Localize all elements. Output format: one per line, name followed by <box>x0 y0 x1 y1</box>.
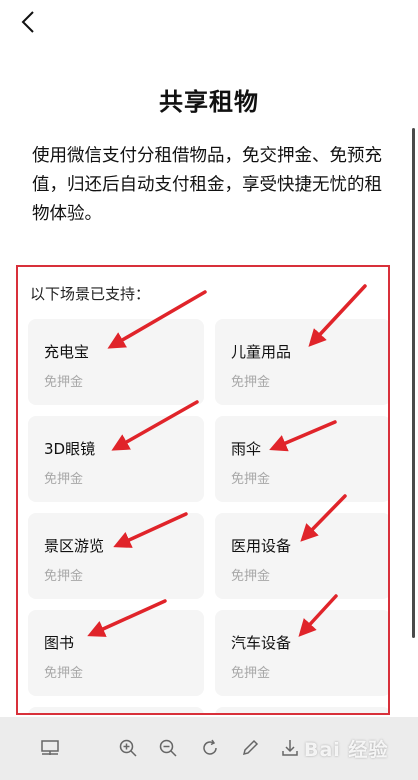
scene-name: 汽车设备 <box>231 634 292 652</box>
rotate-icon <box>203 739 217 755</box>
zoom-out-button[interactable] <box>155 735 181 761</box>
scene-card-umbrella[interactable]: 雨伞 免押金 <box>215 416 388 502</box>
zoom-in-button[interactable] <box>115 735 141 761</box>
scene-name: 3D眼镜 <box>44 440 96 458</box>
scene-name: 雨伞 <box>231 440 262 458</box>
scrollbar[interactable] <box>412 128 415 638</box>
scene-name: 景区游览 <box>44 537 105 555</box>
scene-name: 医用设备 <box>231 537 292 555</box>
layout-button[interactable] <box>37 735 63 761</box>
layout-icon <box>41 740 59 755</box>
zoom-out-icon <box>159 739 177 757</box>
scene-card-scenic-tour[interactable]: 景区游览 免押金 <box>28 513 204 599</box>
scene-card-car-equipment[interactable]: 汽车设备 免押金 <box>215 610 388 696</box>
back-button[interactable] <box>14 8 42 36</box>
scenes-highlight-box: 以下场景已支持： 充电宝 免押金 儿童用品 免押金 3D眼镜 免押金 雨伞 免押… <box>16 265 390 715</box>
scene-card-kids-products[interactable]: 儿童用品 免押金 <box>215 319 388 405</box>
scene-card-partial[interactable] <box>28 707 204 713</box>
pen-icon <box>242 739 259 756</box>
scene-card-medical-equipment[interactable]: 医用设备 免押金 <box>215 513 388 599</box>
rotate-button[interactable] <box>197 735 223 761</box>
scene-sub: 免押金 <box>231 375 271 390</box>
scene-card-books[interactable]: 图书 免押金 <box>28 610 204 696</box>
scene-name: 充电宝 <box>44 343 90 361</box>
scene-card-partial[interactable] <box>215 707 388 713</box>
scene-sub: 免押金 <box>44 472 84 487</box>
scene-card-power-bank[interactable]: 充电宝 免押金 <box>28 319 204 405</box>
scene-sub: 免押金 <box>44 666 84 681</box>
scenes-heading: 以下场景已支持： <box>30 285 151 303</box>
scene-name: 图书 <box>44 634 75 652</box>
scene-name: 儿童用品 <box>231 343 292 361</box>
chevron-left-icon <box>21 11 34 33</box>
scene-sub: 免押金 <box>231 472 271 487</box>
zoom-in-icon <box>119 739 137 757</box>
scene-sub: 免押金 <box>231 569 271 584</box>
page-title: 共享租物 <box>159 88 259 116</box>
scene-sub: 免押金 <box>231 666 271 681</box>
scene-card-3d-glasses[interactable]: 3D眼镜 免押金 <box>28 416 204 502</box>
download-button[interactable] <box>277 735 303 761</box>
page-description: 使用微信支付分租借物品，免交押金、免预充值，归还后自动支付租金，享受快捷无忧的租… <box>32 146 382 224</box>
scene-sub: 免押金 <box>44 569 84 584</box>
download-icon <box>282 740 298 756</box>
pen-button[interactable] <box>237 735 263 761</box>
baidu-jingyan-watermark: Bai 经验 <box>304 739 389 761</box>
scene-sub: 免押金 <box>44 375 84 390</box>
